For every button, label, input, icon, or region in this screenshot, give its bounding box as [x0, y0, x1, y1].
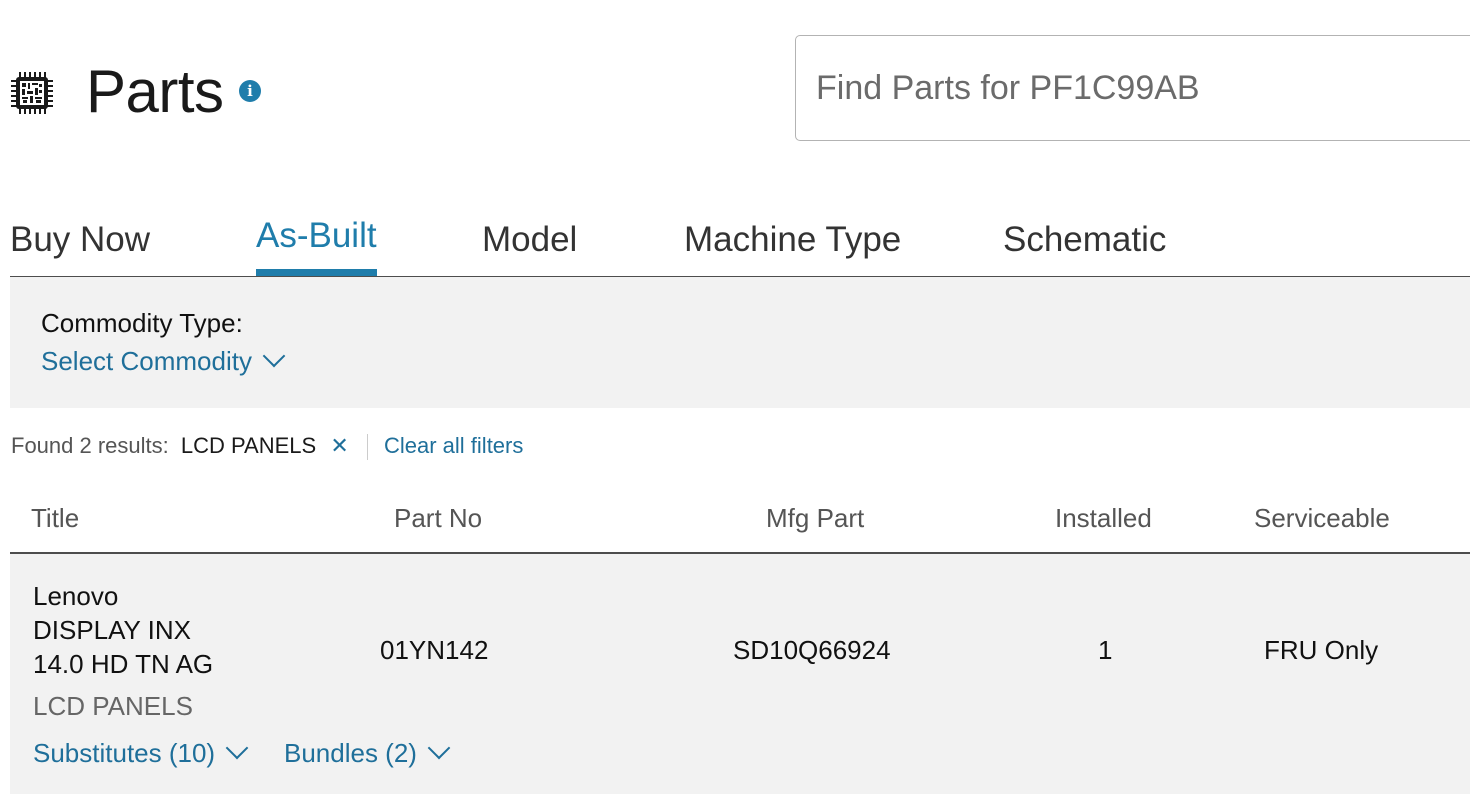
- bundles-label: Bundles (2): [284, 738, 417, 768]
- results-summary: Found 2 results: LCD PANELS ✕ Clear all …: [11, 431, 523, 462]
- substitutes-toggle[interactable]: Substitutes (10): [33, 736, 249, 769]
- parts-page: Parts i Buy Now As-Built Model Machine T…: [0, 0, 1470, 810]
- column-header-serviceable[interactable]: Serviceable: [1254, 498, 1390, 538]
- filter-panel: Commodity Type: Select Commodity: [10, 277, 1470, 408]
- serviceable-status: FRU Only: [1264, 635, 1379, 665]
- part-category: LCD PANELS: [33, 691, 193, 721]
- tab-buy-now[interactable]: Buy Now: [10, 210, 150, 270]
- part-title-line: DISPLAY INX: [33, 615, 191, 645]
- tab-model[interactable]: Model: [482, 210, 577, 270]
- active-filter-chip: LCD PANELS: [180, 433, 317, 458]
- chevron-down-icon: [427, 736, 451, 760]
- mfg-part-number: SD10Q66924: [733, 635, 891, 665]
- installed-count: 1: [1098, 635, 1113, 665]
- chip-icon: [11, 72, 53, 114]
- results-count: Found 2 results:: [11, 433, 169, 458]
- page-title: Parts: [86, 58, 224, 125]
- tab-bar: Buy Now As-Built Model Machine Type Sche…: [10, 210, 1470, 278]
- search-box[interactable]: [795, 35, 1470, 141]
- substitutes-label: Substitutes (10): [33, 738, 216, 768]
- table-row: Lenovo DISPLAY INX 14.0 HD TN AG LCD PAN…: [10, 554, 1470, 794]
- bundles-toggle[interactable]: Bundles (2): [284, 736, 451, 769]
- clear-all-filters-link[interactable]: Clear all filters: [384, 433, 523, 458]
- part-number: 01YN142: [380, 635, 489, 665]
- commodity-select-dropdown[interactable]: Select Commodity: [41, 344, 286, 377]
- search-input[interactable]: [816, 36, 1416, 140]
- tab-schematic[interactable]: Schematic: [1003, 210, 1166, 270]
- column-header-mfg-part[interactable]: Mfg Part: [766, 498, 864, 538]
- column-header-part-no[interactable]: Part No: [394, 498, 482, 538]
- info-icon[interactable]: i: [239, 80, 261, 102]
- table-header: Title Part No Mfg Part Installed Service…: [10, 498, 1470, 554]
- tab-machine-type[interactable]: Machine Type: [684, 210, 901, 270]
- part-title-brand: Lenovo: [33, 581, 119, 611]
- part-title-line: 14.0 HD TN AG: [33, 649, 214, 679]
- column-header-installed[interactable]: Installed: [1055, 498, 1152, 538]
- divider: [366, 434, 368, 461]
- chevron-down-icon: [225, 736, 249, 760]
- commodity-type-label: Commodity Type:: [41, 308, 243, 338]
- chevron-down-icon: [262, 344, 286, 368]
- remove-filter-icon[interactable]: ✕: [330, 434, 348, 459]
- tab-as-built[interactable]: As-Built: [256, 206, 377, 276]
- commodity-select-label: Select Commodity: [41, 346, 252, 376]
- column-header-title[interactable]: Title: [31, 498, 79, 538]
